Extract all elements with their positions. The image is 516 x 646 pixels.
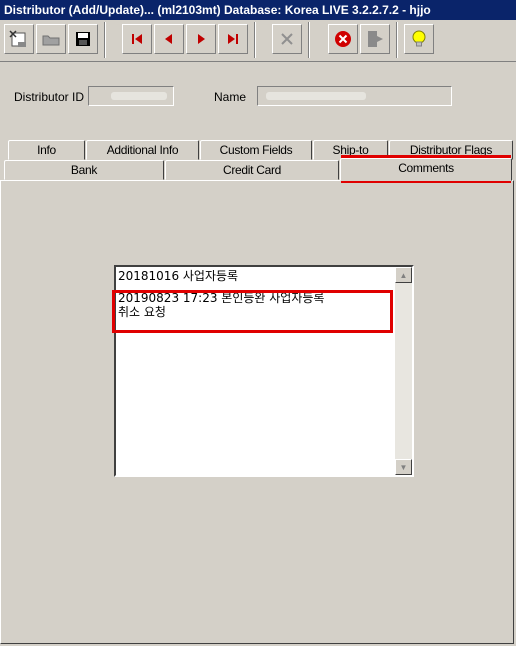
cancel-icon xyxy=(335,31,351,47)
name-label: Name xyxy=(214,90,247,104)
distributor-id-field[interactable] xyxy=(88,86,174,106)
delete-icon xyxy=(281,33,293,45)
name-field[interactable] xyxy=(257,86,452,106)
save-icon xyxy=(76,32,90,46)
comment-highlight xyxy=(112,290,393,333)
window-title: Distributor (Add/Update)... (ml2103mt) D… xyxy=(0,0,516,20)
hint-bulb-icon xyxy=(412,30,426,47)
last-record-button[interactable] xyxy=(218,24,248,54)
tab-bank[interactable]: Bank xyxy=(4,160,164,180)
open-button[interactable] xyxy=(36,24,66,54)
next-record-button[interactable] xyxy=(186,24,216,54)
previous-record-icon xyxy=(165,34,172,44)
open-folder-icon xyxy=(42,35,60,46)
first-record-button[interactable] xyxy=(122,24,152,54)
new-record-icon xyxy=(9,30,26,47)
scroll-up-button[interactable]: ▲ xyxy=(395,267,412,283)
tab-additional-info[interactable]: Additional Info xyxy=(86,140,199,160)
new-record-button[interactable] xyxy=(4,24,34,54)
scroll-down-button[interactable]: ▼ xyxy=(395,459,412,475)
exit-icon xyxy=(368,31,383,47)
tab-comments[interactable]: Comments xyxy=(340,158,512,181)
tab-credit-card[interactable]: Credit Card xyxy=(165,160,339,180)
last-record-icon xyxy=(228,34,238,44)
down-arrow-icon: ▼ xyxy=(399,462,408,472)
vertical-scrollbar[interactable]: ▲ ▼ xyxy=(395,267,412,475)
delete-button[interactable] xyxy=(272,24,302,54)
tab-custom-fields[interactable]: Custom Fields xyxy=(200,140,312,160)
previous-record-button[interactable] xyxy=(154,24,184,54)
toolbar xyxy=(0,20,516,62)
cancel-button[interactable] xyxy=(328,24,358,54)
comment-line: 20181016 사업자등록 xyxy=(118,269,239,283)
hint-button[interactable] xyxy=(404,24,434,54)
exit-button[interactable] xyxy=(360,24,390,54)
tab-info[interactable]: Info xyxy=(8,140,85,160)
save-button[interactable] xyxy=(68,24,98,54)
next-record-icon xyxy=(198,34,205,44)
distributor-id-label: Distributor ID xyxy=(14,90,85,104)
first-record-icon xyxy=(132,34,142,44)
up-arrow-icon: ▲ xyxy=(399,270,408,280)
